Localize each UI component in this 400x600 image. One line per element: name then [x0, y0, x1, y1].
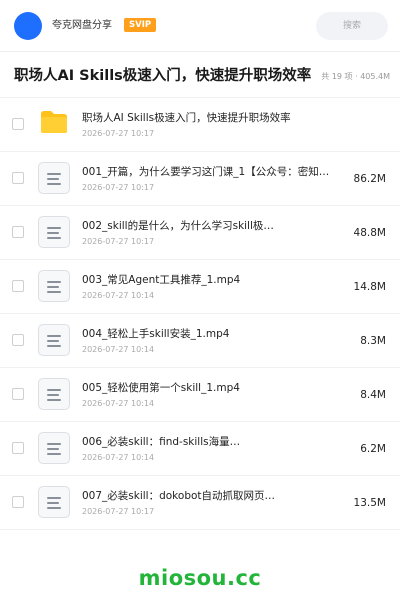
search-input[interactable]: 搜索	[316, 12, 388, 40]
document-icon	[38, 324, 70, 356]
list-item[interactable]: 001_开篇，为什么要学习这门课_1【公众号：密知… 2026-07-27 10…	[0, 152, 400, 206]
file-date: 2026-07-27 10:14	[82, 399, 155, 408]
document-icon	[38, 216, 70, 248]
folder-title-bar: 职场人AI Skills极速入门，快速提升职场效率 共 19 项 · 405.4…	[0, 52, 400, 98]
file-date: 2026-07-27 10:14	[82, 291, 155, 300]
file-name: 006_必装skill：find-skills海量…	[82, 436, 241, 448]
file-size: 8.4M	[360, 389, 386, 401]
select-checkbox[interactable]	[12, 172, 24, 184]
svip-badge: SVIP	[124, 18, 157, 32]
avatar[interactable]	[14, 12, 42, 40]
file-size: 14.8M	[353, 281, 386, 293]
select-checkbox[interactable]	[12, 334, 24, 346]
file-size: 86.2M	[353, 173, 386, 185]
item-count-size: 共 19 项 · 405.4M	[321, 72, 390, 81]
select-checkbox[interactable]	[12, 388, 24, 400]
site-watermark: miosou.cc	[138, 566, 262, 590]
select-checkbox[interactable]	[12, 226, 24, 238]
file-date: 2026-07-27 10:17	[82, 237, 155, 246]
file-list: 职场人AI Skills极速入门，快速提升职场效率 2026-07-27 10:…	[0, 98, 400, 530]
file-name: 007_必装skill：dokobot自动抓取网页…	[82, 490, 276, 502]
file-name: 001_开篇，为什么要学习这门课_1【公众号：密知…	[82, 166, 330, 178]
user-name: 夸克网盘分享	[52, 20, 112, 31]
list-item[interactable]: 002_skill的是什么，为什么学习skill极… 2026-07-27 10…	[0, 206, 400, 260]
list-item[interactable]: 005_轻松使用第一个skill_1.mp4 2026-07-27 10:14 …	[0, 368, 400, 422]
select-checkbox[interactable]	[12, 118, 24, 130]
file-name: 003_常见Agent工具推荐_1.mp4	[82, 274, 241, 286]
list-item[interactable]: 004_轻松上手skill安装_1.mp4 2026-07-27 10:14 8…	[0, 314, 400, 368]
file-name: 002_skill的是什么，为什么学习skill极…	[82, 220, 274, 232]
list-item[interactable]: 007_必装skill：dokobot自动抓取网页… 2026-07-27 10…	[0, 476, 400, 530]
file-size: 13.5M	[353, 497, 386, 509]
select-checkbox[interactable]	[12, 280, 24, 292]
file-date: 2026-07-27 10:17	[82, 507, 155, 516]
select-checkbox[interactable]	[12, 442, 24, 454]
document-icon	[38, 378, 70, 410]
page-title: 职场人AI Skills极速入门，快速提升职场效率	[14, 68, 312, 84]
list-item[interactable]: 职场人AI Skills极速入门，快速提升职场效率 2026-07-27 10:…	[0, 98, 400, 152]
file-name: 004_轻松上手skill安装_1.mp4	[82, 328, 230, 340]
document-icon	[38, 432, 70, 464]
file-date: 2026-07-27 10:17	[82, 129, 155, 138]
document-icon	[38, 270, 70, 302]
file-name: 职场人AI Skills极速入门，快速提升职场效率	[82, 112, 291, 124]
list-item[interactable]: 006_必装skill：find-skills海量… 2026-07-27 10…	[0, 422, 400, 476]
select-checkbox[interactable]	[12, 496, 24, 508]
file-date: 2026-07-27 10:17	[82, 183, 155, 192]
document-icon	[38, 162, 70, 194]
folder-icon	[41, 111, 67, 133]
file-date: 2026-07-27 10:14	[82, 453, 155, 462]
document-icon	[38, 486, 70, 518]
file-size: 48.8M	[353, 227, 386, 239]
file-size: 6.2M	[360, 443, 386, 455]
file-name: 005_轻松使用第一个skill_1.mp4	[82, 382, 240, 394]
file-date: 2026-07-27 10:14	[82, 345, 155, 354]
file-size: 8.3M	[360, 335, 386, 347]
list-item[interactable]: 003_常见Agent工具推荐_1.mp4 2026-07-27 10:14 1…	[0, 260, 400, 314]
top-bar: 夸克网盘分享 SVIP 搜索	[0, 0, 400, 52]
